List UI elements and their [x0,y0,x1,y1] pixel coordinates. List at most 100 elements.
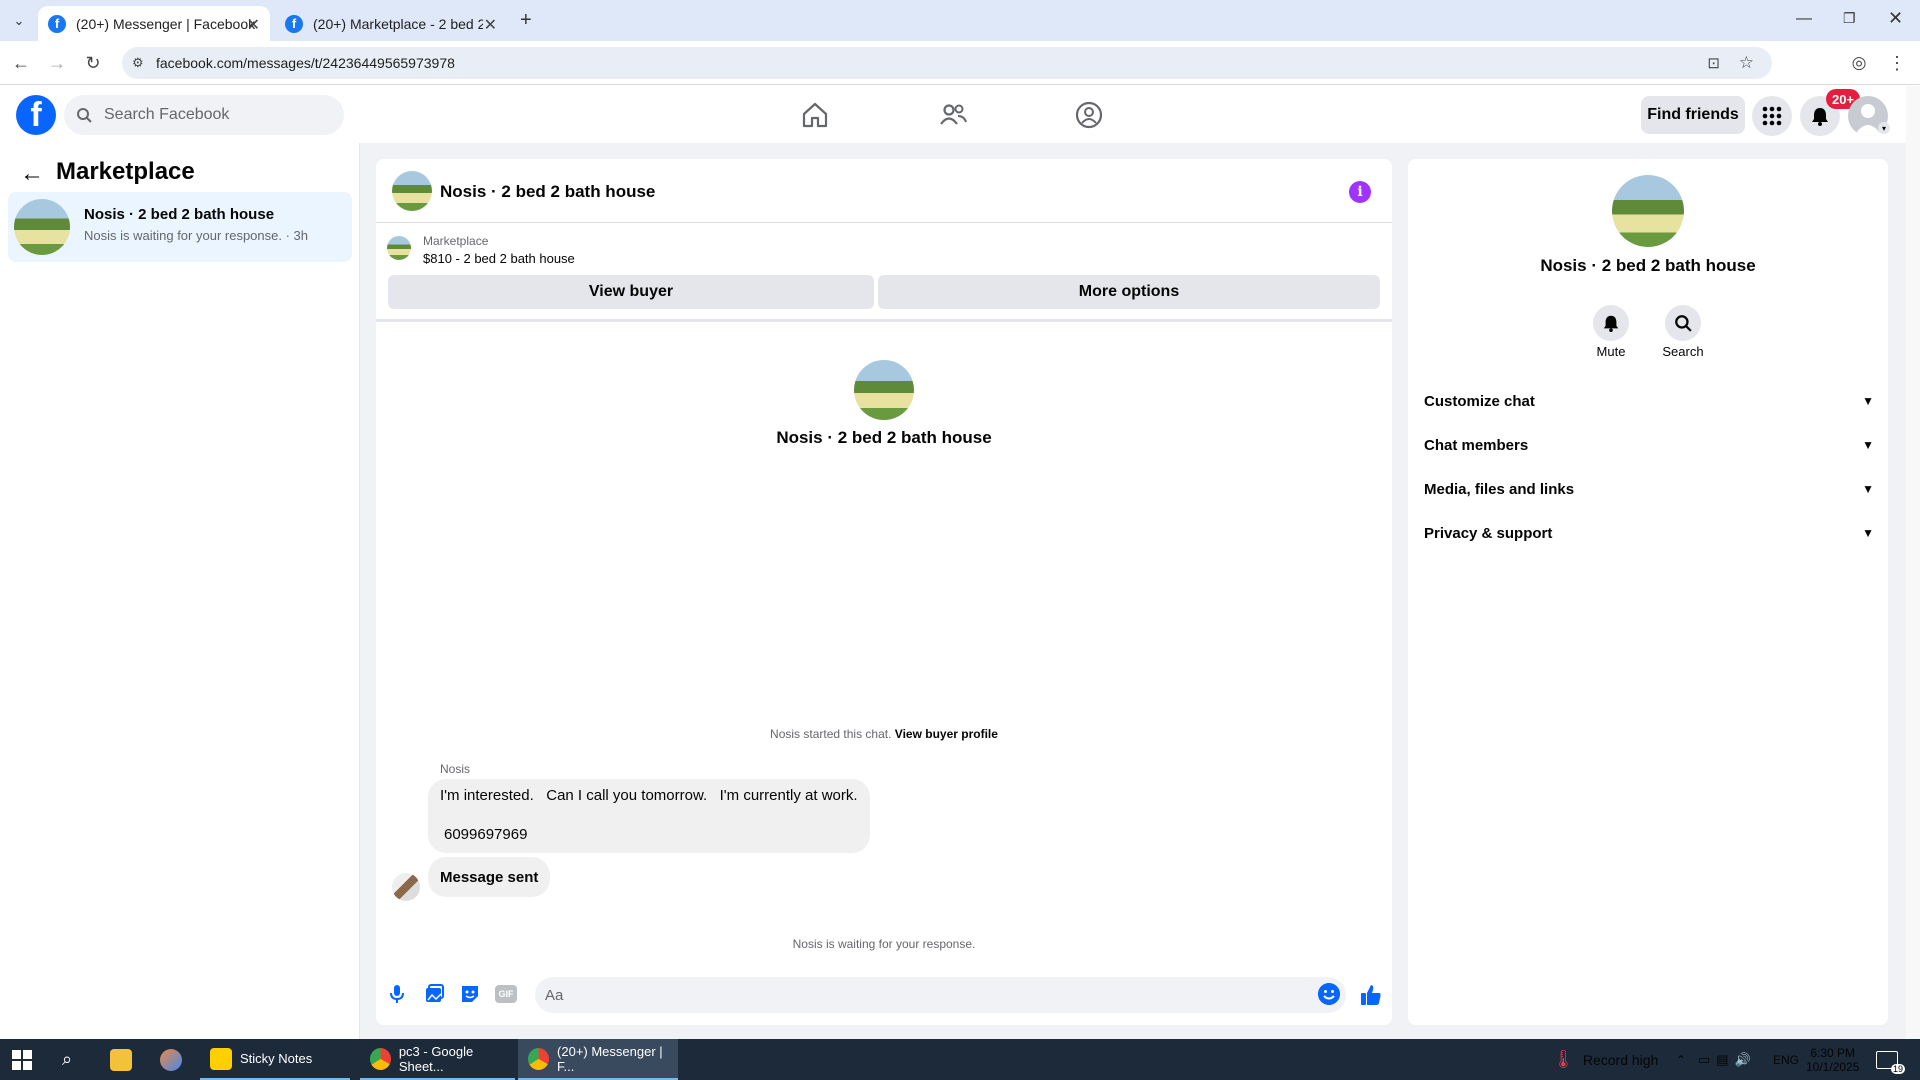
gif-label: GIF [498,989,514,999]
search-placeholder: Search Facebook [104,106,230,123]
minimize-icon[interactable]: — [1796,10,1812,28]
section-privacy-support[interactable]: Privacy & support ▼ [1424,515,1874,551]
bell-icon [1812,108,1828,126]
gif-icon[interactable]: GIF [495,985,517,1003]
windows-logo-icon [12,1049,32,1070]
tray-icons[interactable]: ▭▤🔊 [1698,1039,1757,1080]
start-button[interactable] [12,1039,32,1080]
waiting-notice: Nosis is waiting for your response. [792,937,976,951]
photo-icon[interactable] [423,983,445,1005]
chrome-icon [370,1047,391,1070]
message-input[interactable]: Aa [535,977,1346,1013]
view-buyer-button[interactable]: View buyer [388,275,874,309]
chevron-down-icon: ▼ [1862,438,1874,452]
clock[interactable]: 6:30 PM 10/1/2025 [1806,1039,1859,1080]
info-icon[interactable]: i [1349,181,1371,203]
facebook-logo[interactable]: f [16,95,56,135]
tab-messenger[interactable]: f (20+) Messenger | Facebook ✕ [38,6,270,41]
more-options-button[interactable]: More options [878,275,1380,309]
sidebar-title: Marketplace [56,158,195,185]
section-media-files-links[interactable]: Media, files and links ▼ [1424,471,1874,507]
back-icon[interactable]: ← [10,52,32,74]
taskbar-search-icon[interactable]: ⌕ [62,1039,72,1080]
divider [376,222,1392,223]
search-icon [1675,315,1692,332]
chevron-down-icon: ▼ [1862,482,1874,496]
paint-app-icon[interactable] [160,1039,190,1080]
sticker-icon[interactable] [459,983,481,1005]
section-chat-members[interactable]: Chat members ▼ [1424,427,1874,463]
close-tab-icon[interactable]: ✕ [247,15,260,35]
menu-icon[interactable]: ⋮ [1886,52,1908,74]
chat-header-name[interactable]: Nosis · 2 bed 2 bath house [440,182,655,202]
page-scrollbar[interactable] [1906,86,1920,1039]
chrome-icon [528,1047,550,1070]
chat-center-name: Nosis · 2 bed 2 bath house [776,428,992,447]
date-text: 10/1/2025 [1806,1059,1860,1074]
tab-marketplace[interactable]: f (20+) Marketplace - 2 bed 2 ba ✕ [275,6,507,41]
restore-icon[interactable]: ❐ [1843,10,1856,27]
chat-header-avatar[interactable] [392,171,432,211]
section-label: Customize chat [1424,392,1535,410]
section-customize-chat[interactable]: Customize chat ▼ [1424,383,1874,419]
forward-icon[interactable]: → [46,52,68,74]
back-arrow-icon[interactable]: ← [20,160,44,188]
search-label: Search [1662,344,1704,359]
install-icon[interactable]: ⊡ [1707,54,1720,72]
chat-started-notice: Nosis started this chat. View buyer prof… [384,727,1384,741]
search-conversation-button[interactable] [1665,305,1701,341]
taskbar-sticky-notes[interactable]: Sticky Notes [200,1039,350,1080]
message-sent-bubble[interactable]: Message sent [428,857,551,897]
profile-icon[interactable]: ◎ [1848,52,1870,74]
sticky-notes-icon [210,1047,232,1070]
tab-search-button[interactable]: ⌄ [8,10,30,32]
search-icon [77,108,92,123]
friends-icon[interactable] [938,100,968,130]
show-hidden-icons[interactable]: ⌃ [1676,1039,1686,1080]
find-friends-button[interactable]: Find friends [1641,96,1745,134]
new-tab-button[interactable]: + [520,9,532,32]
close-tab-icon[interactable]: ✕ [484,15,497,35]
left-sidebar [0,143,360,1039]
thermometer-icon: 🌡 [1552,1049,1575,1069]
menu-grid-button[interactable] [1752,96,1792,136]
details-avatar[interactable] [1612,175,1684,247]
emoji-icon[interactable] [1318,983,1340,1005]
chat-details-panel [1408,159,1888,1025]
weather-text: Record high [1582,1051,1659,1068]
taskbar-chrome-sheets[interactable]: pc3 - Google Sheet... [360,1039,515,1080]
account-chevron-icon[interactable]: ▾ [1878,122,1890,134]
facebook-search-input[interactable]: Search Facebook [64,95,344,135]
grid-icon [1762,106,1782,126]
language-indicator[interactable]: ENG [1773,1039,1799,1080]
chevron-down-icon: ▼ [1862,526,1874,540]
microphone-icon[interactable] [386,983,408,1005]
taskbar-app-label: Sticky Notes [240,1051,313,1066]
taskbar-app-label: (20+) Messenger | F... [557,1043,663,1074]
taskbar-app-label: pc3 - Google Sheet... [398,1043,474,1074]
message-bubble[interactable]: I'm interested. Can I call you tomorrow.… [428,779,870,853]
url-text: facebook.com/messages/t/2423644956597397… [156,55,455,71]
facebook-favicon-icon: f [285,14,303,33]
section-label: Privacy & support [1424,524,1553,542]
file-explorer-icon[interactable] [110,1039,140,1080]
tab-title: (20+) Marketplace - 2 bed 2 ba [313,15,483,32]
bell-icon [1603,315,1619,332]
thumbs-up-icon[interactable] [1359,983,1383,1007]
groups-icon[interactable] [1074,100,1104,130]
taskbar-chrome-messenger[interactable]: (20+) Messenger | F... [518,1039,678,1080]
bookmark-star-icon[interactable]: ☆ [1739,53,1754,73]
weather-widget[interactable]: 🌡 Record high [1552,1039,1658,1080]
facebook-favicon-icon: f [48,14,66,33]
close-window-icon[interactable]: ✕ [1888,8,1903,29]
notification-center[interactable]: 19 [1876,1039,1905,1080]
divider [376,319,1392,322]
reload-icon[interactable]: ↻ [82,52,104,74]
notification-count: 19 [1890,1063,1905,1074]
mute-button[interactable] [1593,305,1629,341]
url-bar[interactable]: ⚙ facebook.com/messages/t/24236449565973… [122,47,1772,79]
listing-price-title[interactable]: $810 - 2 bed 2 bath house [423,251,575,266]
view-buyer-profile-link[interactable]: View buyer profile [895,727,998,741]
home-icon[interactable] [800,100,830,130]
site-info-icon[interactable]: ⚙ [132,55,144,71]
